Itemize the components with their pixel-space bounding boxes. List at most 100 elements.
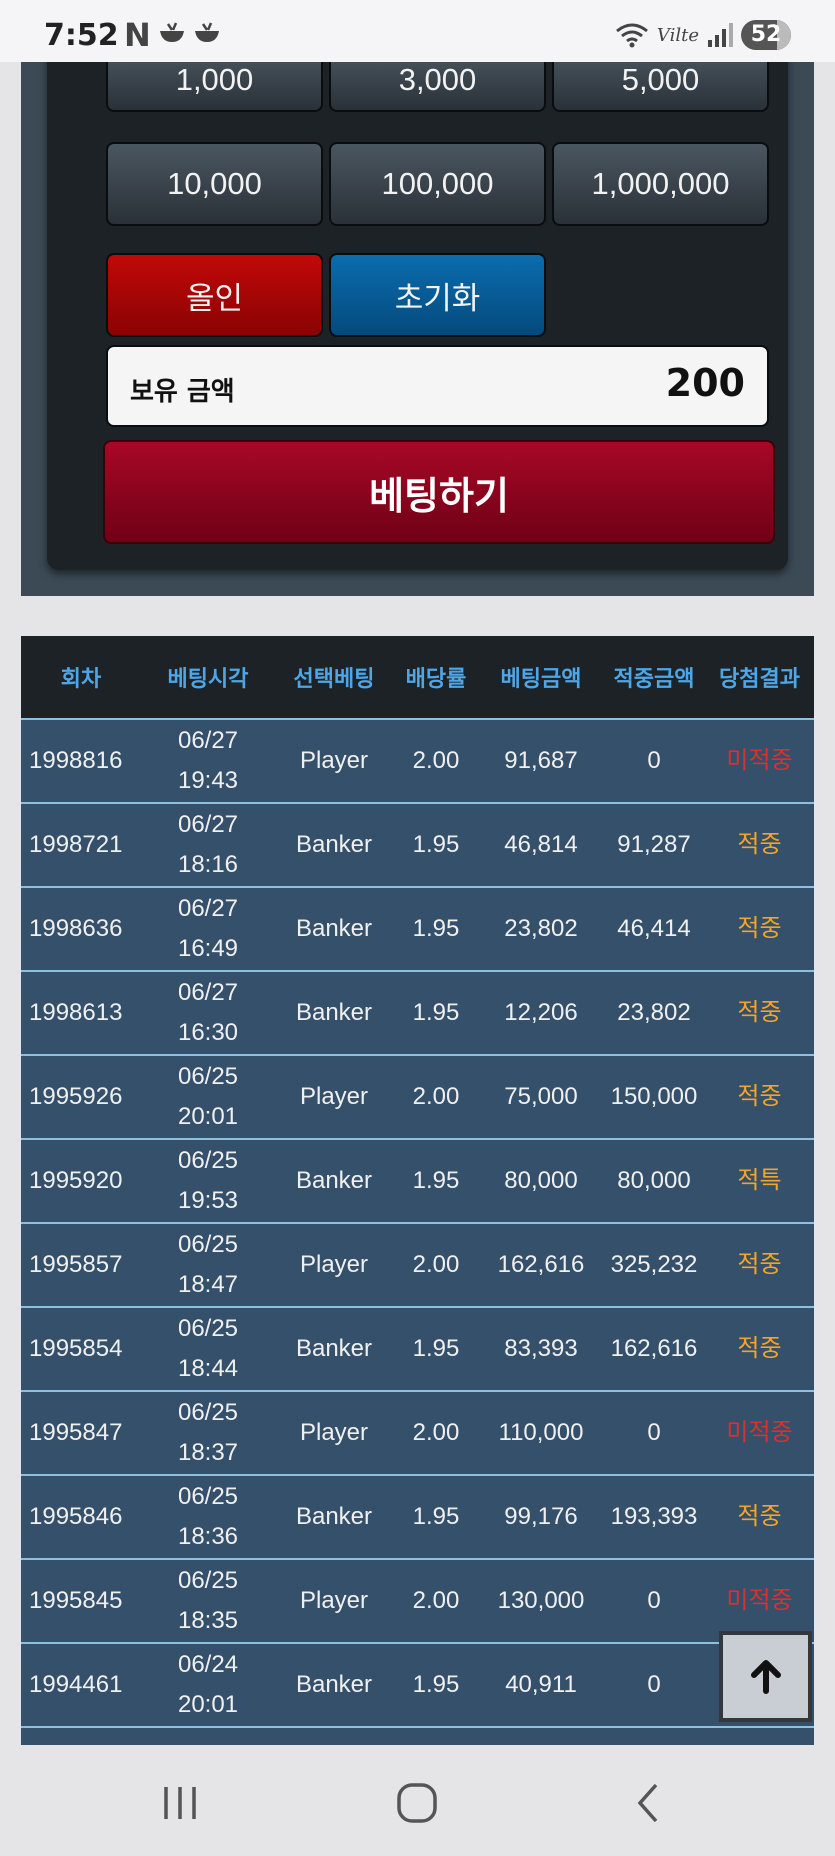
betting-panel: 1,000 3,000 5,000 10,000 100,000 1,000,0… xyxy=(21,50,814,596)
cell-pick: Player xyxy=(299,1251,369,1278)
cell-payout: 193,393 xyxy=(610,1503,698,1530)
status-time: 7:52 xyxy=(44,18,119,53)
cell-pick: Banker xyxy=(295,915,373,942)
cell-result: 미적중 xyxy=(726,1587,793,1614)
column-header-round: 회차 xyxy=(60,667,102,692)
cell-date: 06/25 xyxy=(177,1483,239,1510)
cell-bet-time: 06/25 19:53 xyxy=(141,1141,275,1221)
table-row: 1995854 06/25 18:44 Banker 1.95 83,393 162,616… xyxy=(21,1306,814,1390)
scroll-to-top-button[interactable] xyxy=(719,1631,812,1722)
home-icon[interactable] xyxy=(387,1781,447,1825)
place-bet-button[interactable]: 베팅하기 xyxy=(103,440,775,544)
balance-value: 200 xyxy=(665,361,745,405)
notification-n-icon: N xyxy=(124,16,151,54)
bowl-icon xyxy=(195,22,219,42)
cell-date: 06/25 xyxy=(177,1147,239,1174)
table-header: 회차 베팅시각 선택베팅 배당률 베팅금액 적중금액 당첨결과 xyxy=(21,636,814,718)
cell-time: 18:16 xyxy=(177,851,239,878)
chip-button-100000[interactable]: 100,000 xyxy=(329,142,546,226)
bowl-icon xyxy=(160,22,184,42)
back-icon[interactable] xyxy=(618,1781,678,1825)
recents-icon[interactable] xyxy=(150,1781,210,1825)
table-row: 1998613 06/27 16:30 Banker 1.95 12,206 23,802 적… xyxy=(21,970,814,1054)
cell-round: 1998816 xyxy=(29,747,123,774)
cell-date: 06/25 xyxy=(177,1231,239,1258)
cell-bet-time: 06/27 19:43 xyxy=(141,721,275,801)
cell-odds: 1.95 xyxy=(412,1671,460,1698)
cell-date: 06/27 xyxy=(177,895,239,922)
table-row: 1998721 06/27 18:16 Banker 1.95 46,814 91,287 적… xyxy=(21,802,814,886)
cell-round: 1998613 xyxy=(29,999,123,1026)
column-header-bet-time: 베팅시각 xyxy=(167,667,249,692)
cell-pick: Banker xyxy=(295,1671,373,1698)
cell-bet-amount: 83,393 xyxy=(504,1335,578,1362)
balance-display: 보유 금액 200 xyxy=(106,345,769,427)
chip-button-1000000[interactable]: 1,000,000 xyxy=(552,142,769,226)
cell-bet-time: 06/27 16:49 xyxy=(141,889,275,969)
cell-odds: 1.95 xyxy=(412,915,460,942)
cell-time: 18:47 xyxy=(177,1271,239,1298)
cell-payout: 0 xyxy=(647,747,661,774)
cell-bet-amount: 91,687 xyxy=(504,747,578,774)
cell-bet-amount: 12,206 xyxy=(504,999,578,1026)
cell-pick: Player xyxy=(299,1419,369,1446)
cell-bet-amount: 162,616 xyxy=(497,1251,585,1278)
cell-time: 19:43 xyxy=(177,767,239,794)
column-header-payout: 적중금액 xyxy=(613,667,695,692)
cell-date: 06/25 xyxy=(177,1315,239,1342)
cell-payout: 0 xyxy=(647,1587,661,1614)
cell-pick: Banker xyxy=(295,1503,373,1530)
cell-result: 적중 xyxy=(737,915,782,942)
cell-bet-time: 06/25 18:44 xyxy=(141,1309,275,1389)
cell-odds: 1.95 xyxy=(412,1503,460,1530)
cell-result: 미적중 xyxy=(726,747,793,774)
bet-history-table[interactable]: 회차 베팅시각 선택베팅 배당률 베팅금액 적중금액 당첨결과 1998816 0… xyxy=(21,636,814,1745)
cell-odds: 1.95 xyxy=(412,1167,460,1194)
cell-bet-time: 06/25 18:37 xyxy=(141,1393,275,1473)
cell-payout: 46,414 xyxy=(617,915,691,942)
allin-button[interactable]: 올인 xyxy=(106,253,323,337)
cell-payout: 0 xyxy=(647,1419,661,1446)
table-row: 1998636 06/27 16:49 Banker 1.95 23,802 46,414 적… xyxy=(21,886,814,970)
cell-bet-amount: 130,000 xyxy=(497,1587,585,1614)
cell-result: 적중 xyxy=(737,1503,782,1530)
table-row: 06/24 xyxy=(21,1726,814,1745)
column-header-pick: 선택베팅 xyxy=(293,667,375,692)
cell-time: 20:01 xyxy=(177,1691,239,1718)
cell-bet-time: 06/27 18:16 xyxy=(141,805,275,885)
cell-bet-time: 06/25 18:35 xyxy=(141,1561,275,1641)
table-row: 1995847 06/25 18:37 Player 2.00 110,000 0 미적중 xyxy=(21,1390,814,1474)
cell-result: 적중 xyxy=(737,1083,782,1110)
cell-bet-time: 06/24 20:01 xyxy=(141,1645,275,1725)
cell-bet-time: 06/25 18:36 xyxy=(141,1477,275,1557)
cell-date: 06/27 xyxy=(177,727,239,754)
cell-round: 1998636 xyxy=(29,915,123,942)
cell-payout: 0 xyxy=(647,1671,661,1698)
cell-payout: 150,000 xyxy=(610,1083,698,1110)
cell-odds: 1.95 xyxy=(412,999,460,1026)
cell-time: 18:37 xyxy=(177,1439,239,1466)
cell-time: 18:44 xyxy=(177,1355,239,1382)
chip-button-10000[interactable]: 10,000 xyxy=(106,142,323,226)
cell-pick: Banker xyxy=(295,999,373,1026)
cell-bet-amount: 23,802 xyxy=(504,915,578,942)
cell-round: 1995854 xyxy=(29,1335,123,1362)
cell-result: 미적중 xyxy=(726,1419,793,1446)
cell-payout: 91,287 xyxy=(617,831,691,858)
cell-odds: 1.95 xyxy=(412,1335,460,1362)
column-header-bet-amount: 베팅금액 xyxy=(500,667,582,692)
table-row: 1995845 06/25 18:35 Player 2.00 130,000 0 미적중 xyxy=(21,1558,814,1642)
reset-button[interactable]: 초기화 xyxy=(329,253,546,337)
table-row: 199446106/2420:01Banker1.9540,9110미적중 xyxy=(21,1642,814,1726)
cell-time: 18:35 xyxy=(177,1607,239,1634)
cell-time: 19:53 xyxy=(177,1187,239,1214)
column-header-odds: 배당률 xyxy=(405,667,467,692)
signal-icon xyxy=(708,23,733,47)
cell-result: 적중 xyxy=(737,1335,782,1362)
table-row: 1995857 06/25 18:47 Player 2.00 162,616 325,23… xyxy=(21,1222,814,1306)
cell-date: 06/27 xyxy=(177,979,239,1006)
cell-round: 1995857 xyxy=(29,1251,123,1278)
table-row: 1995920 06/25 19:53 Banker 1.95 80,000 80,000 적… xyxy=(21,1138,814,1222)
cell-round: 1995920 xyxy=(29,1167,123,1194)
cell-time: 16:30 xyxy=(177,1019,239,1046)
